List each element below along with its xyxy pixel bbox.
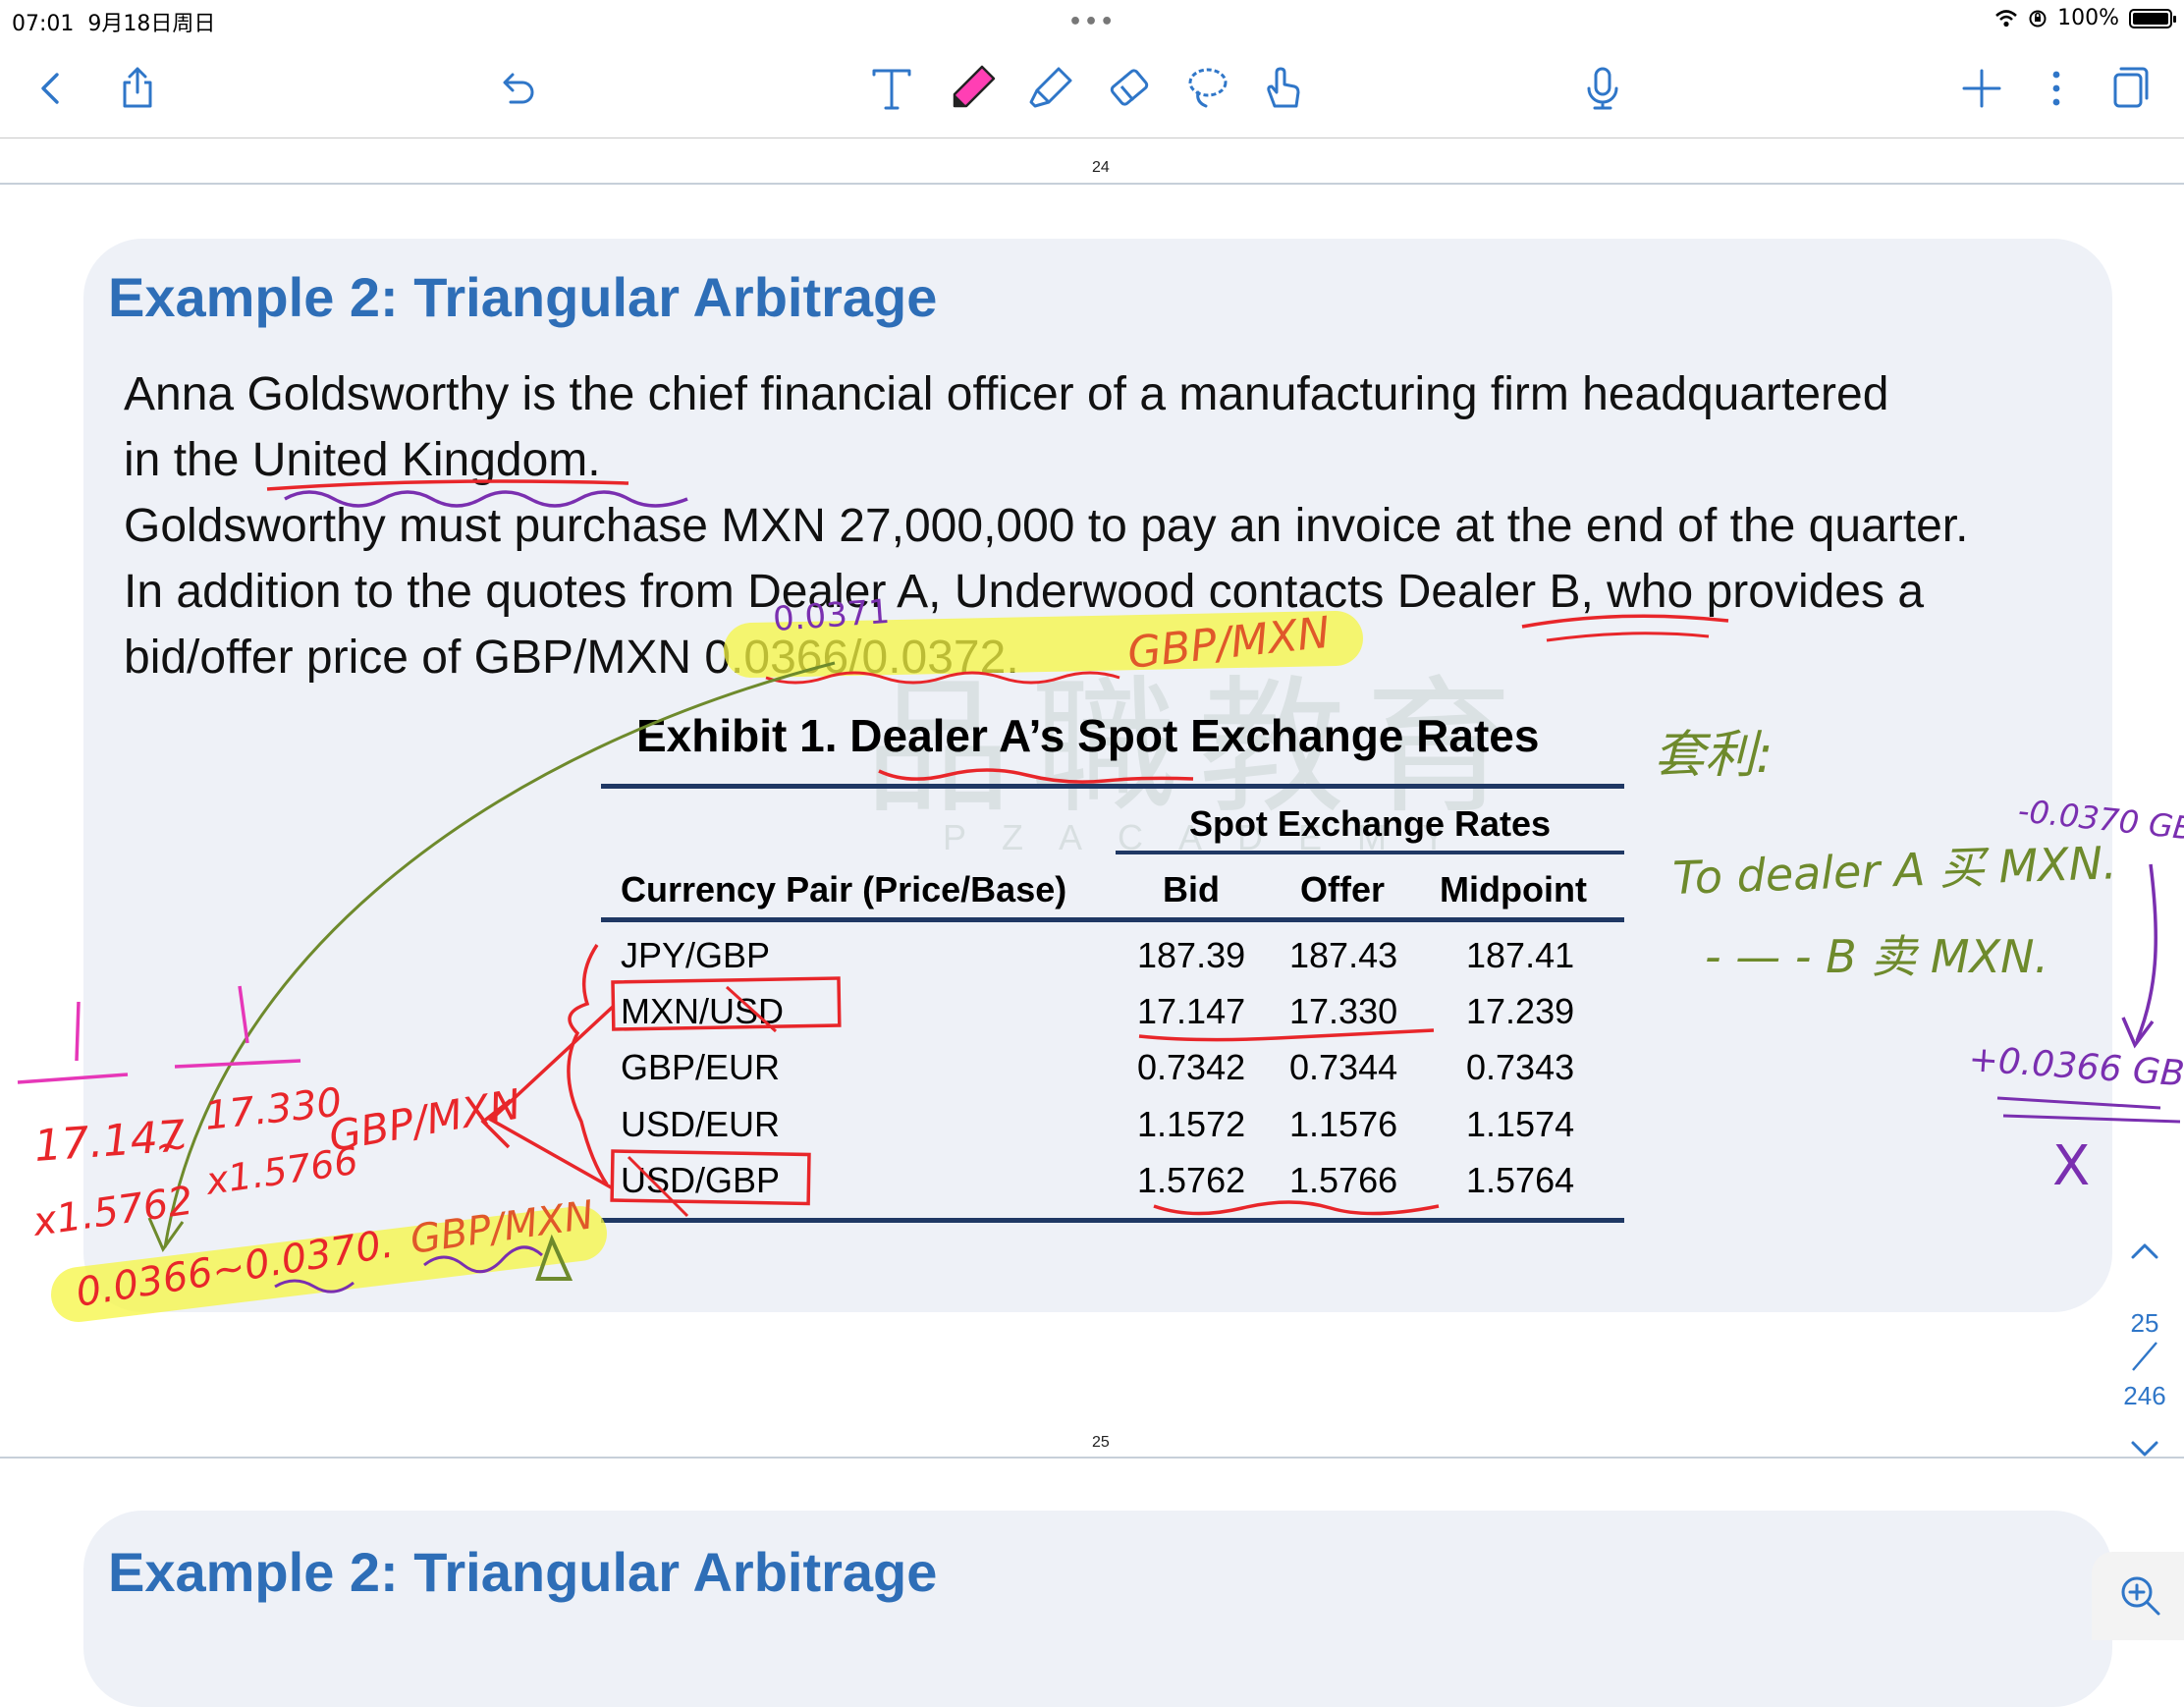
orientation-lock-icon: [2029, 10, 2047, 27]
cell-bid: 1.1572: [1137, 1104, 1246, 1144]
body-line-1: Anna Goldsworthy is the chief financial …: [124, 368, 1889, 420]
status-time-date: 07:01 9月18日周日: [12, 12, 216, 36]
lasso-icon: [1188, 68, 1228, 108]
status-right: 100%: [1994, 6, 2176, 30]
cell-offer: 1.5766: [1289, 1160, 1398, 1200]
page-navigator: 25 246: [2105, 1238, 2184, 1472]
back-button[interactable]: [22, 59, 81, 118]
hand-pointer-icon: [1267, 67, 1300, 108]
more-icon: [2052, 71, 2060, 106]
battery-level: [2133, 12, 2168, 25]
table-top-rule: [601, 784, 1624, 789]
battery-percent: 100%: [2057, 6, 2119, 30]
table-header-rule: [601, 917, 1624, 922]
cell-mid: 1.5764: [1466, 1160, 1575, 1200]
cell-pair: JPY/GBP: [621, 935, 771, 975]
cell-pair: USD/EUR: [621, 1104, 781, 1144]
col-header-bid: Bid: [1163, 869, 1220, 909]
exhibit-title: Exhibit 1. Dealer A’s Spot Exchange Rate…: [636, 710, 1540, 761]
eraser-icon: [1110, 69, 1149, 106]
total-pages: 246: [2123, 1381, 2166, 1410]
body-line-5: bid/offer price of GBP/MXN 0.0366/0.0372…: [124, 632, 1019, 684]
table-bottom-rule: [601, 1218, 1624, 1223]
battery-icon: [2129, 8, 2176, 28]
cell-mid: 17.239: [1466, 991, 1575, 1031]
cell-bid: 0.7342: [1137, 1047, 1246, 1087]
cell-bid: 1.5762: [1137, 1160, 1246, 1200]
add-icon: [1962, 69, 2001, 108]
table-group-rule: [1116, 851, 1624, 854]
body-line-2: in the United Kingdom.: [124, 434, 601, 486]
undo-button[interactable]: [487, 59, 546, 118]
pages-icon: [2113, 67, 2149, 108]
undo-icon: [503, 73, 534, 104]
col-header-pair: Currency Pair (Price/Base): [621, 869, 1067, 909]
lasso-button[interactable]: [1178, 59, 1237, 118]
back-icon: [41, 73, 59, 104]
cell-pair: USD/GBP: [621, 1160, 781, 1200]
share-icon: [123, 67, 152, 108]
chevron-down-icon: [2131, 1441, 2158, 1457]
cell-pair: MXN/USD: [621, 991, 785, 1031]
text-tool-button[interactable]: [862, 59, 921, 118]
share-button[interactable]: [108, 59, 167, 118]
highlighter-icon: [1029, 67, 1072, 108]
multitask-dots-icon[interactable]: •••: [1068, 10, 1116, 34]
more-button[interactable]: [2027, 59, 2086, 118]
slide-body: Anna Goldsworthy is the chief financial …: [124, 361, 2107, 690]
cell-bid: 187.39: [1137, 935, 1246, 975]
cell-mid: 1.1574: [1466, 1104, 1575, 1144]
cell-mid: 187.41: [1466, 935, 1575, 975]
page-separator: [0, 183, 2184, 185]
col-header-mid: Midpoint: [1440, 869, 1587, 909]
hand-pointer-button[interactable]: [1255, 59, 1314, 118]
cell-mid: 0.7343: [1466, 1047, 1575, 1087]
page-down-button[interactable]: [2105, 1433, 2184, 1472]
slide-title: Example 2: Triangular Arbitrage: [108, 266, 938, 328]
wifi-icon: [1995, 9, 2017, 27]
cell-offer: 1.1576: [1289, 1104, 1398, 1144]
table-group-header: Spot Exchange Rates: [1188, 803, 1552, 844]
text-tool-icon: [872, 69, 911, 110]
page-slash: [2132, 1342, 2157, 1371]
microphone-button[interactable]: [1573, 59, 1632, 118]
pen-tool-icon: [953, 65, 996, 108]
toolbar: [0, 39, 2184, 138]
current-page: 25: [2130, 1308, 2159, 1338]
pen-tool-button[interactable]: [943, 59, 1002, 118]
cell-bid: 17.147: [1137, 991, 1246, 1031]
pages-button[interactable]: [2102, 59, 2160, 118]
body-line-4: In addition to the quotes from Dealer A,…: [124, 566, 1925, 618]
page-separator: [0, 1457, 2184, 1459]
page-number-top: 24: [1092, 159, 1110, 176]
page-number-bottom: 25: [1092, 1434, 1110, 1451]
col-header-offer: Offer: [1300, 869, 1386, 909]
eraser-button[interactable]: [1100, 59, 1159, 118]
zoom-button[interactable]: [2092, 1552, 2184, 1640]
status-bar: 07:01 9月18日周日 ••• 100%: [0, 0, 2184, 39]
cell-offer: 0.7344: [1289, 1047, 1398, 1087]
zoom-in-icon: [2121, 1576, 2160, 1616]
chevron-up-icon: [2131, 1243, 2158, 1259]
highlighter-button[interactable]: [1021, 59, 1080, 118]
next-slide-title: Example 2: Triangular Arbitrage: [108, 1541, 938, 1603]
cell-offer: 187.43: [1289, 935, 1398, 975]
cell-offer: 17.330: [1289, 991, 1398, 1031]
microphone-icon: [1587, 67, 1618, 110]
cell-pair: GBP/EUR: [621, 1047, 781, 1087]
add-button[interactable]: [1952, 59, 2011, 118]
body-line-3: Goldsworthy must purchase MXN 27,000,000…: [124, 500, 1969, 552]
page-up-button[interactable]: [2105, 1238, 2184, 1287]
